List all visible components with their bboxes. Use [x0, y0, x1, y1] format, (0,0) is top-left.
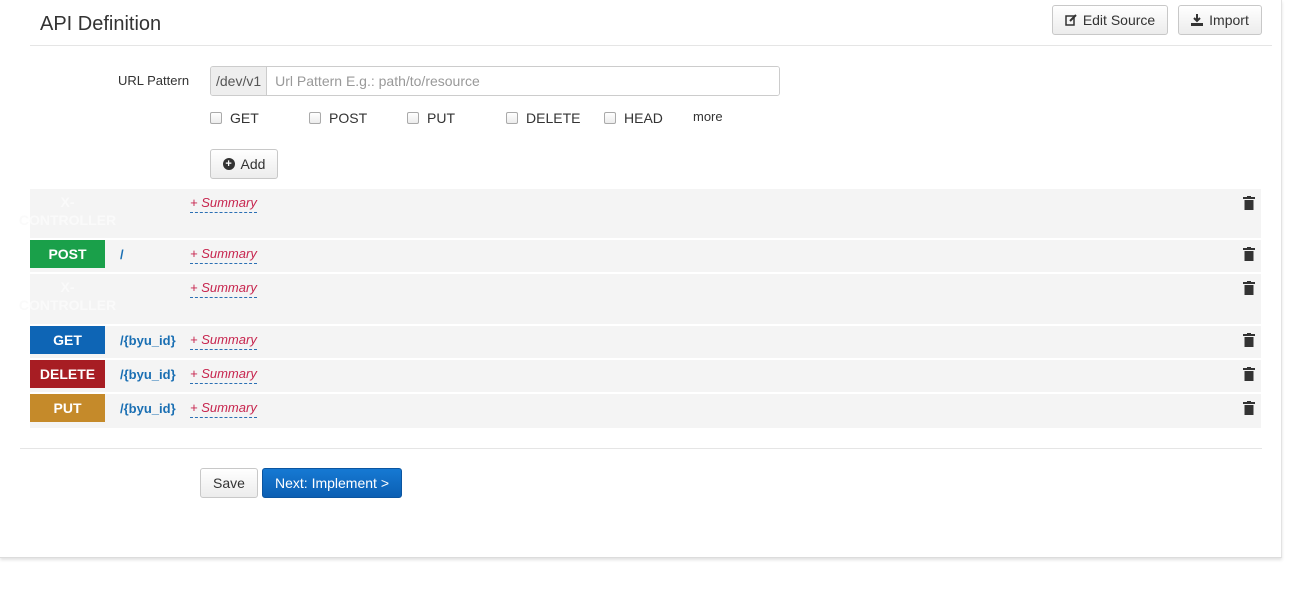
- page-title: API Definition: [40, 13, 162, 35]
- operation-path[interactable]: /{byu_id}: [120, 326, 176, 354]
- checkbox[interactable]: [210, 112, 222, 124]
- operation-row[interactable]: DELETE /{byu_id} + Summary: [30, 360, 1261, 392]
- trash-icon[interactable]: [1243, 247, 1255, 261]
- summary-link[interactable]: + Summary: [190, 331, 257, 350]
- operation-path[interactable]: /: [120, 240, 124, 268]
- header-divider: [30, 45, 1272, 46]
- method-label: HEAD: [624, 110, 663, 126]
- trash-icon[interactable]: [1243, 367, 1255, 381]
- add-label: Add: [240, 156, 266, 172]
- checkbox[interactable]: [604, 112, 616, 124]
- checkbox[interactable]: [407, 112, 419, 124]
- operation-path[interactable]: /{byu_id}: [120, 394, 176, 422]
- method-badge: PUT: [30, 394, 105, 422]
- edit-source-label: Edit Source: [1082, 12, 1156, 28]
- api-definition-panel: API Definition Edit Source Import URL Pa…: [0, 0, 1282, 558]
- method-delete-checkbox[interactable]: DELETE: [506, 110, 580, 126]
- url-prefix: /dev/v1: [211, 67, 268, 95]
- add-resource-button[interactable]: + Add: [210, 149, 278, 179]
- method-head-checkbox[interactable]: HEAD: [604, 110, 663, 126]
- footer-divider: [20, 448, 1262, 449]
- import-button[interactable]: Import: [1178, 5, 1262, 35]
- next-implement-button[interactable]: Next: Implement >: [262, 468, 402, 498]
- operation-row[interactable]: PUT /{byu_id} + Summary: [30, 394, 1261, 428]
- url-pattern-input[interactable]: [267, 67, 779, 95]
- method-badge: X-CONTROLLER: [18, 194, 117, 228]
- method-get-checkbox[interactable]: GET: [210, 110, 259, 126]
- trash-icon[interactable]: [1243, 196, 1255, 210]
- url-pattern-label: URL Pattern: [118, 73, 190, 88]
- method-badge: POST: [30, 240, 105, 268]
- operation-row[interactable]: GET /{byu_id} + Summary: [30, 326, 1261, 358]
- method-label: GET: [230, 110, 259, 126]
- summary-link[interactable]: + Summary: [190, 399, 257, 418]
- checkbox[interactable]: [506, 112, 518, 124]
- trash-icon[interactable]: [1243, 333, 1255, 347]
- edit-source-button[interactable]: Edit Source: [1052, 5, 1168, 35]
- operation-row[interactable]: X-CONTROLLER + Summary: [18, 274, 1261, 324]
- operation-row[interactable]: POST / + Summary: [30, 240, 1261, 272]
- trash-icon[interactable]: [1243, 401, 1255, 415]
- method-badge: X-CONTROLLER: [18, 279, 117, 313]
- operation-row[interactable]: X-CONTROLLER + Summary: [18, 189, 1261, 238]
- summary-link[interactable]: + Summary: [190, 194, 257, 213]
- more-methods-link[interactable]: more: [693, 109, 723, 124]
- method-put-checkbox[interactable]: PUT: [407, 110, 455, 126]
- plus-circle-icon: +: [222, 158, 235, 170]
- edit-icon: [1065, 14, 1077, 26]
- summary-link[interactable]: + Summary: [190, 365, 257, 384]
- save-button[interactable]: Save: [200, 468, 258, 498]
- trash-icon[interactable]: [1243, 281, 1255, 295]
- summary-link[interactable]: + Summary: [190, 245, 257, 264]
- operation-path[interactable]: /{byu_id}: [120, 360, 176, 388]
- download-icon: [1191, 14, 1204, 26]
- method-badge: DELETE: [30, 360, 105, 388]
- method-label: POST: [329, 110, 368, 126]
- import-label: Import: [1209, 12, 1249, 28]
- method-label: PUT: [427, 110, 455, 126]
- method-label: DELETE: [526, 110, 581, 126]
- checkbox[interactable]: [309, 112, 321, 124]
- method-post-checkbox[interactable]: POST: [309, 110, 367, 126]
- url-pattern-group: /dev/v1: [210, 66, 780, 96]
- summary-link[interactable]: + Summary: [190, 279, 257, 298]
- method-badge: GET: [30, 326, 105, 354]
